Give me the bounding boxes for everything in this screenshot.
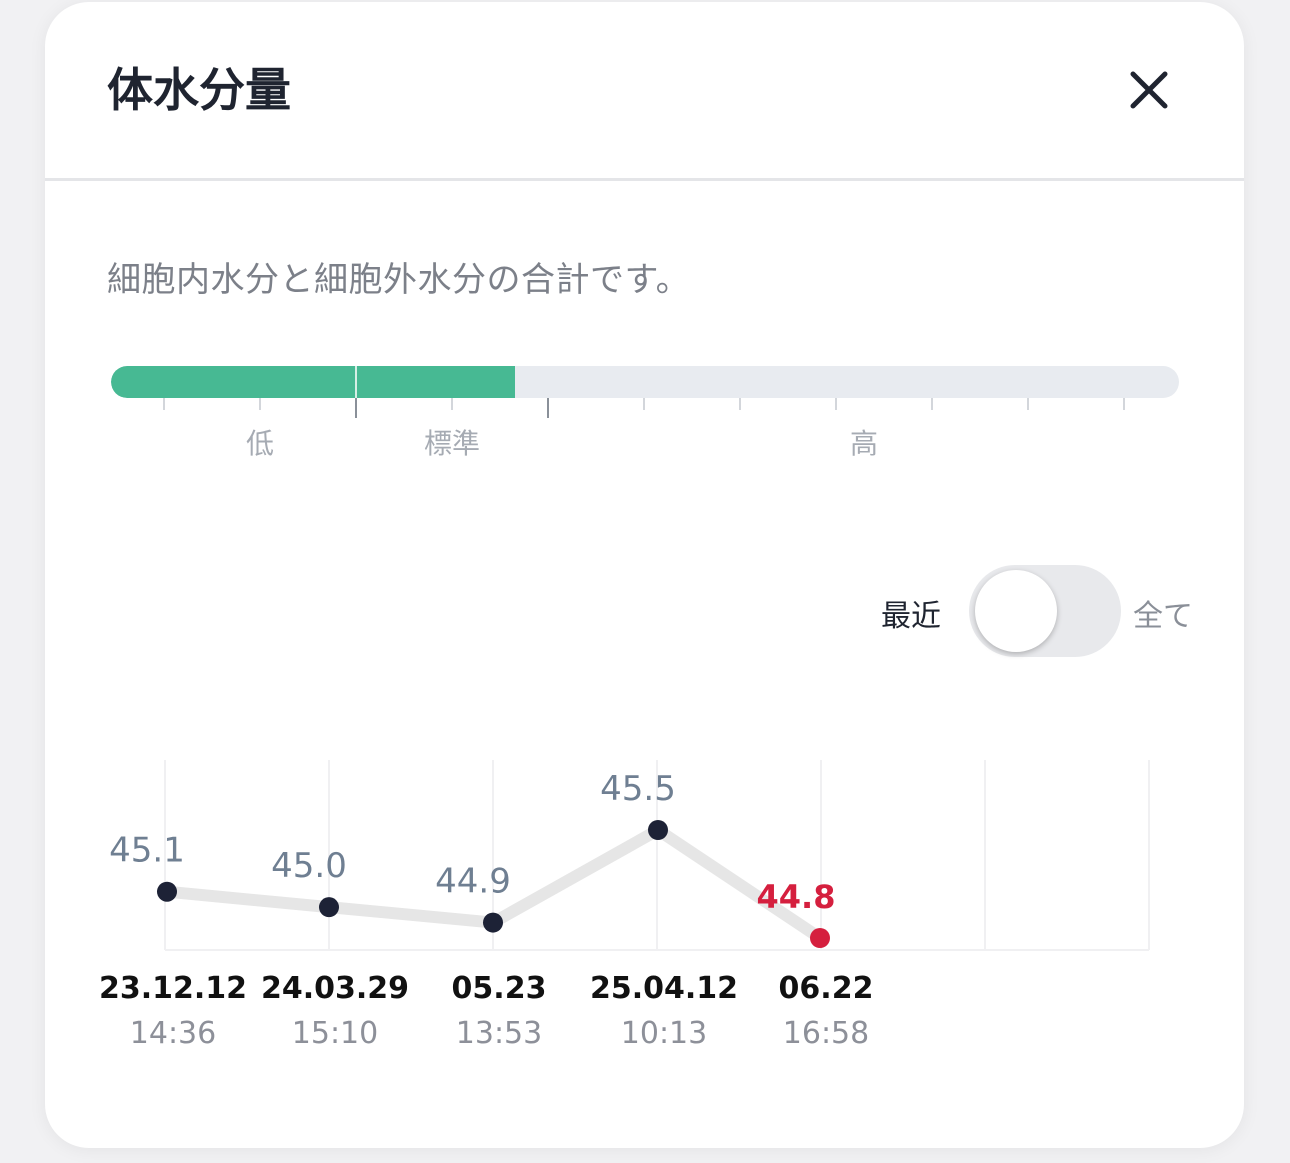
x-time-label: 10:13 [621, 1016, 707, 1051]
body-water-card: 体水分量 細胞内水分と細胞外水分の合計です。 低 標準 高 最近 全て 45.1… [45, 2, 1244, 1148]
close-button[interactable] [1121, 62, 1177, 118]
gauge-label-high: 高 [849, 427, 879, 460]
gauge-label-low: 低 [245, 427, 275, 460]
gauge-tick [1027, 398, 1029, 410]
data-point [157, 881, 177, 902]
x-date-label: 24.03.29 [261, 971, 409, 1006]
gauge-tick-boundary [547, 398, 549, 418]
toggle-label-recent[interactable]: 最近 [881, 591, 941, 635]
page-title: 体水分量 [107, 63, 291, 117]
description-text: 細胞内水分と細胞外水分の合計です。 [107, 260, 691, 300]
data-point [648, 820, 668, 840]
gauge-tick [259, 398, 261, 410]
data-point [483, 912, 503, 933]
gauge-tick [931, 398, 933, 410]
x-date-label: 05.23 [452, 971, 547, 1006]
data-point [319, 897, 339, 918]
value-label: 45.0 [271, 846, 347, 886]
range-toggle[interactable] [969, 565, 1121, 657]
history-line-chart: 45.1 23.12.12 14:36 45.0 24.03.29 15:10 44.9 05… [99, 760, 1150, 1051]
close-icon [1130, 71, 1168, 109]
gauge-tick-boundary [355, 398, 357, 418]
gauge-tick [451, 398, 453, 410]
gauge-ticks [45, 398, 1244, 418]
value-label: 44.9 [435, 862, 511, 902]
toggle-knob[interactable] [975, 570, 1057, 652]
x-time-label: 15:10 [292, 1016, 378, 1051]
x-time-label: 16:58 [783, 1016, 869, 1051]
header-divider [45, 178, 1244, 181]
value-label: 45.1 [109, 831, 185, 871]
gauge-separator [355, 366, 357, 398]
gauge-tick [835, 398, 837, 410]
gauge-tick [739, 398, 741, 410]
gauge-tick [163, 398, 165, 410]
level-gauge-fill [111, 366, 515, 398]
x-time-label: 13:53 [456, 1016, 542, 1051]
level-gauge [111, 366, 1179, 398]
gauge-label-standard: 標準 [423, 427, 481, 460]
gauge-tick [1123, 398, 1125, 410]
gauge-tick [643, 398, 645, 410]
x-date-label: 23.12.12 [99, 971, 247, 1006]
x-date-label: 06.22 [779, 971, 874, 1006]
x-date-label: 25.04.12 [590, 971, 738, 1006]
value-label: 44.8 [757, 878, 836, 916]
data-point-latest [810, 928, 830, 948]
x-time-label: 14:36 [130, 1016, 216, 1051]
value-label: 45.5 [600, 769, 676, 809]
toggle-label-all[interactable]: 全て [1133, 591, 1193, 635]
